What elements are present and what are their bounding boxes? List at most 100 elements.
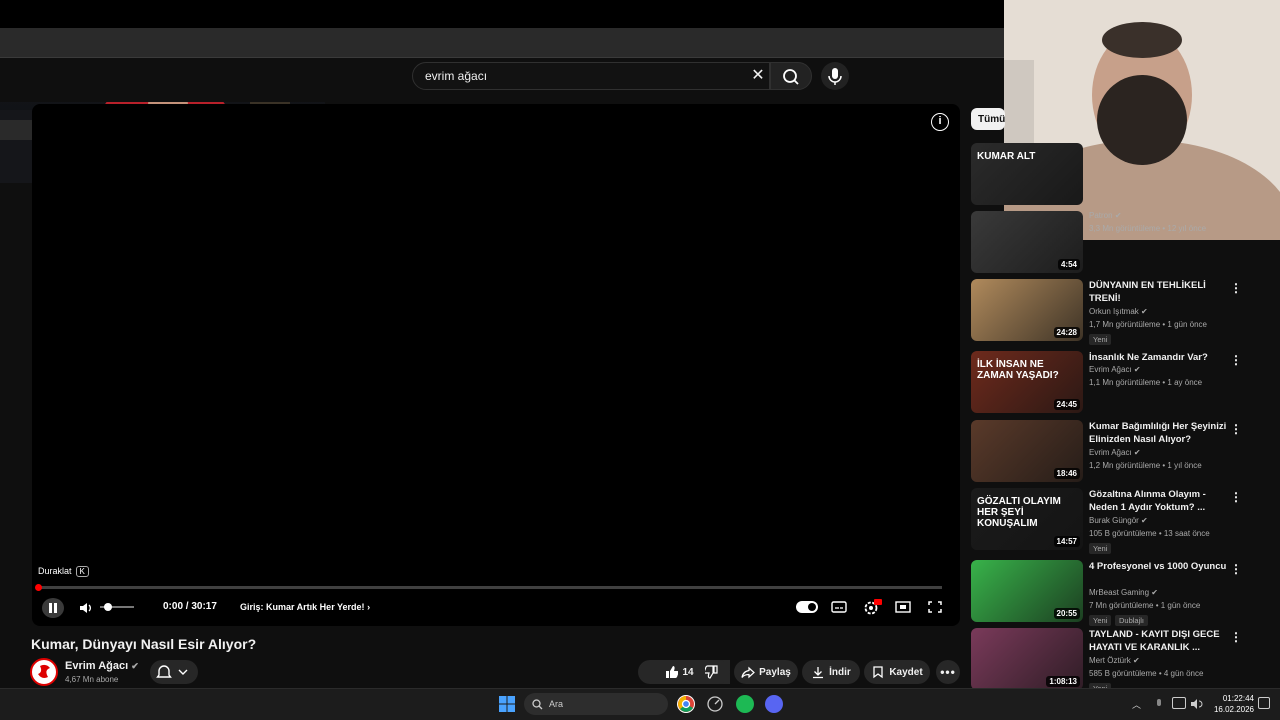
channel-name[interactable]: Evrim Ağacı ✔ bbox=[65, 660, 139, 672]
verified-icon: ✔ bbox=[131, 661, 139, 671]
new-badge: Yeni bbox=[1089, 615, 1112, 626]
dislike-button[interactable] bbox=[694, 660, 730, 684]
recommendation-title[interactable]: Kumar Bağımlılığı Her Şeyinizi Elinizden… bbox=[1089, 420, 1229, 446]
recommendation-channel[interactable]: Evrim Ağacı ✔ bbox=[1089, 365, 1141, 374]
recommendation-channel[interactable]: Evrim Ağacı ✔ bbox=[1089, 448, 1141, 457]
miniplayer-button[interactable] bbox=[894, 599, 912, 615]
recommendation-item[interactable]: 18:46 Kumar Bağımlılığı Her Şeyinizi Elin… bbox=[971, 420, 1261, 484]
thumbs-down-icon bbox=[705, 665, 718, 679]
pause-button[interactable] bbox=[42, 598, 64, 618]
share-button[interactable]: Paylaş bbox=[734, 660, 798, 684]
download-button[interactable]: İndir bbox=[802, 660, 860, 684]
volume-button[interactable] bbox=[78, 600, 94, 616]
recommendation-title[interactable]: 4 Profesyonel vs 1000 Oyuncu bbox=[1089, 560, 1229, 573]
volume-icon bbox=[80, 603, 91, 613]
recommendation-channel[interactable]: Orkun Işıtmak ✔ bbox=[1089, 307, 1148, 316]
info-icon[interactable]: i bbox=[931, 113, 949, 131]
tooltip-shortcut-key: K bbox=[75, 565, 89, 577]
more-vertical-icon[interactable]: ⋮ bbox=[1230, 281, 1242, 295]
chevron-up-icon[interactable]: ︿ bbox=[1132, 698, 1141, 711]
taskbar-search[interactable]: Ara bbox=[524, 693, 668, 715]
recommendation-title[interactable]: İnsanlık Ne Zamandır Var? bbox=[1089, 351, 1229, 364]
recommendation-item[interactable]: GÖZALTI OLAYIM HER ŞEYİ KONUŞALIM 14:57 Gö… bbox=[971, 488, 1261, 554]
app-icon[interactable] bbox=[706, 695, 724, 713]
save-button[interactable]: Kaydet bbox=[864, 660, 930, 684]
search-input[interactable]: evrim ağacı bbox=[412, 62, 770, 90]
more-vertical-icon[interactable]: ⋮ bbox=[1230, 353, 1242, 367]
discord-icon[interactable] bbox=[765, 695, 783, 713]
speaker-icon[interactable] bbox=[1190, 697, 1204, 709]
video-thumbnail[interactable]: 20:55 bbox=[971, 560, 1083, 622]
clock-date: 16.02.2026 bbox=[1213, 705, 1254, 714]
video-thumbnail[interactable]: KUMAR ALT bbox=[971, 143, 1083, 205]
recommendation-item[interactable]: 1:08:13 TAYLAND - KAYIT DIŞI GECE HAYATI … bbox=[971, 628, 1261, 694]
clock-time: 01:22:44 bbox=[1222, 694, 1254, 703]
voice-search-button[interactable] bbox=[821, 62, 849, 90]
windows-logo-icon bbox=[499, 696, 515, 712]
taskbar-clock[interactable]: 01:22:44 16.02.2026 bbox=[1208, 693, 1254, 715]
settings-button[interactable] bbox=[862, 598, 882, 616]
microphone-icon bbox=[828, 68, 842, 85]
pause-icon bbox=[49, 603, 57, 613]
recommendation-title[interactable]: Gözaltına Alınma Olayım - Neden 1 Aydır … bbox=[1089, 488, 1229, 514]
recommendation-item[interactable]: 20:55 4 Profesyonel vs 1000 Oyuncu MrBeast… bbox=[971, 560, 1261, 626]
more-vertical-icon[interactable]: ⋮ bbox=[1230, 422, 1242, 436]
recommendation-meta: 1,1 Mn görüntüleme • 1 ay önce bbox=[1089, 378, 1203, 387]
recommendation-channel-label: Evrim Ağacı bbox=[1089, 365, 1132, 374]
spotify-icon[interactable] bbox=[736, 695, 754, 713]
recommendation-item[interactable]: 4:54 Patron ✔ 3,3 Mn görüntüleme • 12 yıl … bbox=[971, 211, 1261, 275]
recommendation-meta: 7 Mn görüntüleme • 1 gün önce bbox=[1089, 601, 1201, 610]
recommendation-channel[interactable]: Patron ✔ bbox=[1089, 211, 1122, 220]
video-thumbnail[interactable]: 1:08:13 bbox=[971, 628, 1083, 690]
video-thumbnail[interactable]: 18:46 bbox=[971, 420, 1083, 482]
recommendation-item[interactable]: 24:28 DÜNYANIN EN TEHLİKELİ TRENİ! Orkun I… bbox=[971, 279, 1261, 345]
subtitles-button[interactable] bbox=[830, 599, 848, 615]
more-actions-button[interactable]: ••• bbox=[936, 660, 960, 684]
video-duration: 24:28 bbox=[1053, 327, 1080, 338]
browser-address-bar[interactable] bbox=[0, 28, 1004, 58]
start-button[interactable] bbox=[499, 696, 515, 712]
channel-name-label: Evrim Ağacı bbox=[65, 660, 129, 672]
new-badge: Yeni bbox=[1089, 334, 1112, 345]
more-vertical-icon[interactable]: ⋮ bbox=[1230, 630, 1242, 644]
video-duration: 24:45 bbox=[1053, 399, 1080, 410]
recommendation-channel[interactable]: Burak Güngör ✔ bbox=[1089, 516, 1148, 525]
recommendation-item[interactable]: İLK İNSAN NE ZAMAN YAŞADI? 24:45 İnsanlık … bbox=[971, 351, 1261, 415]
progress-scrubber[interactable] bbox=[35, 584, 42, 591]
search-button[interactable] bbox=[770, 62, 812, 90]
recommendation-channel[interactable]: MrBeast Gaming ✔ bbox=[1089, 588, 1158, 597]
recommendation-channel[interactable]: Mert Öztürk ✔ bbox=[1089, 656, 1140, 665]
gear-icon bbox=[864, 599, 882, 615]
notification-center-icon[interactable] bbox=[1258, 697, 1270, 709]
chrome-icon[interactable] bbox=[677, 695, 695, 713]
more-vertical-icon[interactable]: ⋮ bbox=[1230, 562, 1242, 576]
notifications-button[interactable] bbox=[150, 660, 198, 684]
chapter-title[interactable]: Giriş: Kumar Artık Her Yerde! › bbox=[240, 602, 370, 612]
channel-avatar[interactable] bbox=[30, 658, 58, 686]
video-thumbnail[interactable]: İLK İNSAN NE ZAMAN YAŞADI? 24:45 bbox=[971, 351, 1083, 413]
verified-icon: ✔ bbox=[1133, 365, 1141, 374]
gauge-icon bbox=[707, 696, 723, 712]
subscriber-count: 4,67 Mn abone bbox=[65, 675, 119, 684]
microphone-tray-icon[interactable] bbox=[1154, 697, 1164, 709]
browser-top-strip bbox=[0, 0, 1004, 28]
recommendation-meta: 1,2 Mn görüntüleme • 1 yıl önce bbox=[1089, 461, 1202, 470]
recommendation-channel-label: Orkun Işıtmak bbox=[1089, 307, 1139, 316]
network-icon[interactable] bbox=[1172, 697, 1186, 709]
more-vertical-icon[interactable]: ⋮ bbox=[1230, 490, 1242, 504]
video-thumbnail[interactable]: 4:54 bbox=[971, 211, 1083, 273]
recommendation-channel-label: Evrim Ağacı bbox=[1089, 448, 1132, 457]
progress-bar[interactable] bbox=[38, 586, 942, 589]
video-player[interactable] bbox=[32, 104, 960, 626]
fullscreen-button[interactable] bbox=[926, 599, 944, 615]
volume-slider-knob[interactable] bbox=[104, 603, 112, 611]
clear-search-icon[interactable]: ✕ bbox=[748, 66, 768, 86]
recommendation-channel-label: Patron bbox=[1089, 211, 1113, 220]
filter-chip-all[interactable]: Tümü bbox=[971, 108, 1005, 130]
video-thumbnail[interactable]: 24:28 bbox=[971, 279, 1083, 341]
thumbnail-text: İLK İNSAN NE ZAMAN YAŞADI? bbox=[977, 359, 1059, 381]
recommendation-item[interactable]: KUMAR ALT bbox=[971, 143, 1261, 207]
recommendation-title[interactable]: TAYLAND - KAYIT DIŞI GECE HAYATI VE KARA… bbox=[1089, 628, 1229, 654]
video-thumbnail[interactable]: GÖZALTI OLAYIM HER ŞEYİ KONUŞALIM 14:57 bbox=[971, 488, 1083, 550]
recommendation-title[interactable]: DÜNYANIN EN TEHLİKELİ TRENİ! bbox=[1089, 279, 1229, 305]
